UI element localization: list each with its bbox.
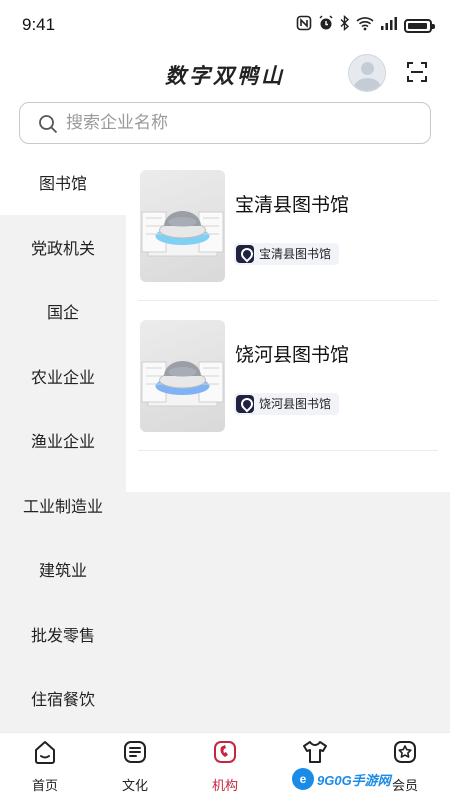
sidebar-item-hospitality[interactable]: 住宿餐饮 <box>0 666 126 731</box>
sidebar-item-manufacturing[interactable]: 工业制造业 <box>0 473 126 538</box>
library-building-image <box>140 170 225 282</box>
header: 数字双鸭山 <box>0 50 450 98</box>
institution-name: 饶河县图书馆 <box>235 344 350 366</box>
institution-tag: 饶河县图书馆 <box>234 393 340 415</box>
divider <box>138 450 438 451</box>
institution-list: 宝清县图书馆 宝清县图书馆 饶河县图书馆 饶河县图书馆 <box>126 150 450 492</box>
battery-icon <box>404 19 435 33</box>
apparel-icon <box>303 741 327 763</box>
nav-culture-label: 文化 <box>121 779 148 794</box>
status-icons <box>296 14 435 37</box>
institution-tag: 宝清县图书馆 <box>234 243 340 265</box>
nfc-icon <box>296 15 312 37</box>
list-item[interactable]: 饶河县图书馆 饶河县图书馆 <box>138 300 438 432</box>
bluetooth-icon <box>340 14 350 37</box>
institution-icon <box>214 741 236 763</box>
sidebar-item-construction[interactable]: 建筑业 <box>0 537 126 602</box>
nav-institution-label: 机构 <box>211 779 238 794</box>
status-time: 9:41 <box>22 15 56 34</box>
institution-tag-label: 饶河县图书馆 <box>259 397 332 411</box>
sidebar-item-state-owned[interactable]: 国企 <box>0 279 126 344</box>
watermark: e 9G0G手游网 <box>292 768 391 790</box>
home-icon <box>35 741 55 764</box>
culture-icon <box>124 741 146 763</box>
sidebar-item-party-government[interactable]: 党政机关 <box>0 215 126 280</box>
scan-icon[interactable] <box>405 60 429 84</box>
member-icon <box>394 741 416 763</box>
watermark-logo-icon: e <box>292 768 314 790</box>
sidebar-item-agriculture[interactable]: 农业企业 <box>0 344 126 409</box>
nav-culture[interactable]: 文化 <box>90 733 180 800</box>
search-icon <box>39 115 58 134</box>
sidebar-item-wholesale-retail[interactable]: 批发零售 <box>0 602 126 667</box>
location-pin-icon <box>236 245 254 263</box>
user-avatar-icon[interactable] <box>348 54 386 92</box>
nav-home[interactable]: 首页 <box>0 733 90 800</box>
institution-name: 宝清县图书馆 <box>235 194 350 216</box>
institution-tag-label: 宝清县图书馆 <box>259 247 332 261</box>
search-box[interactable] <box>19 102 431 144</box>
watermark-text: 9G0G手游网 <box>317 772 391 788</box>
status-bar: 9:41 <box>0 0 450 50</box>
sidebar-item-library[interactable]: 图书馆 <box>0 150 126 215</box>
library-building-image <box>140 320 225 432</box>
nav-institution[interactable]: 机构 <box>180 733 270 800</box>
search-input[interactable] <box>66 109 416 137</box>
search-area <box>0 98 450 150</box>
location-pin-icon <box>236 395 254 413</box>
sidebar-item-fishery[interactable]: 渔业企业 <box>0 408 126 473</box>
category-sidebar: 图书馆 党政机关 国企 农业企业 渔业企业 工业制造业 建筑业 批发零售 住宿餐… <box>0 150 126 732</box>
wifi-icon <box>356 15 374 37</box>
signal-icon <box>380 15 398 37</box>
alarm-icon <box>318 15 334 37</box>
list-item[interactable]: 宝清县图书馆 宝清县图书馆 <box>138 150 438 282</box>
nav-home-label: 首页 <box>31 779 58 794</box>
